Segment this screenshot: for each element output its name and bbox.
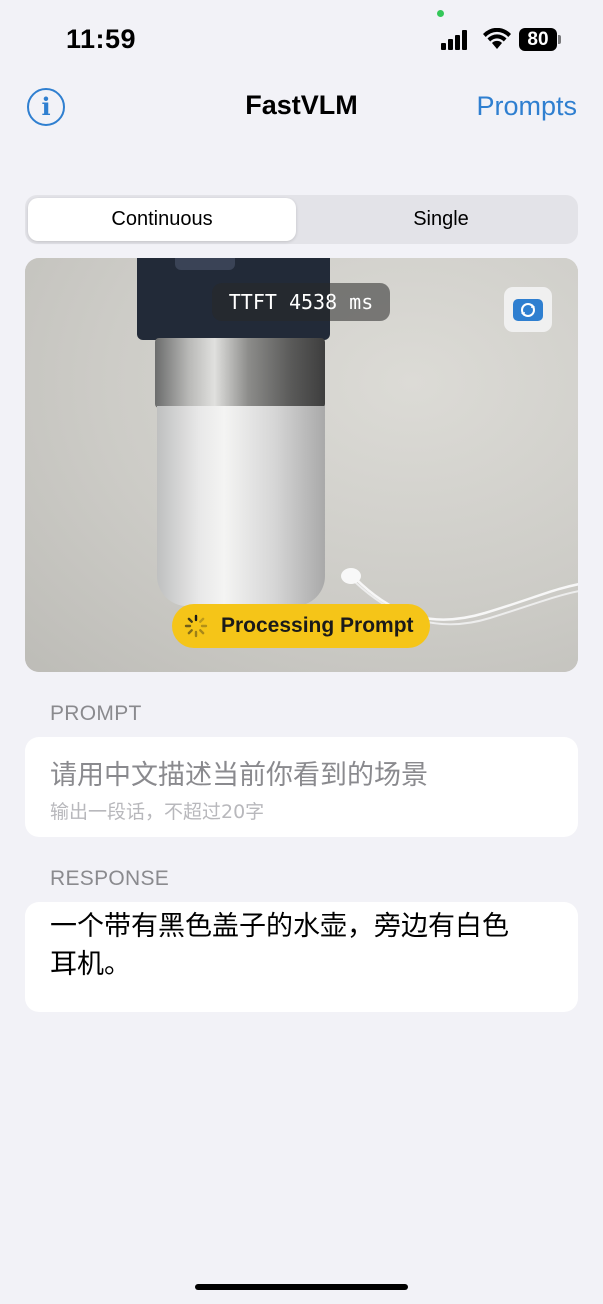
battery-cap: [558, 35, 561, 44]
home-indicator[interactable]: [195, 1284, 408, 1290]
segment-single[interactable]: Single: [304, 195, 578, 244]
bottle-body: [157, 406, 325, 606]
bottle-cap-highlight: [175, 258, 235, 270]
spinner-icon: [184, 614, 208, 638]
cellular-signal-icon: [441, 30, 473, 50]
prompt-text-field[interactable]: 请用中文描述当前你看到的场景: [50, 753, 428, 792]
segment-continuous[interactable]: Continuous: [25, 195, 299, 244]
mode-segmented-control: Continuous Single: [25, 195, 578, 244]
camera-rotate-icon[interactable]: [504, 287, 552, 332]
response-section-header: RESPONSE: [50, 867, 170, 890]
prompts-button[interactable]: Prompts: [476, 91, 577, 122]
status-time: 11:59: [66, 24, 137, 54]
wifi-icon: [483, 28, 511, 49]
prompt-section-header: PROMPT: [50, 702, 142, 725]
prompt-input-card[interactable]: 请用中文描述当前你看到的场景 输出一段话，不超过20字: [25, 737, 578, 837]
ttft-label: TTFT 4538 ms: [212, 283, 390, 321]
processing-status-text: Processing Prompt: [221, 614, 414, 637]
camera-preview: TTFT 4538 ms Processing Prompt: [25, 258, 578, 672]
battery-indicator: 80: [519, 28, 557, 51]
processing-status-badge: Processing Prompt: [172, 604, 430, 648]
prompt-subtext-field[interactable]: 输出一段话，不超过20字: [50, 797, 264, 824]
bottle-metal-ring: [155, 338, 325, 408]
privacy-indicator: [437, 10, 444, 17]
response-card: 一个带有黑色盖子的水壶，旁边有白色耳机。: [25, 902, 578, 1012]
response-text: 一个带有黑色盖子的水壶，旁边有白色耳机。: [50, 911, 509, 980]
